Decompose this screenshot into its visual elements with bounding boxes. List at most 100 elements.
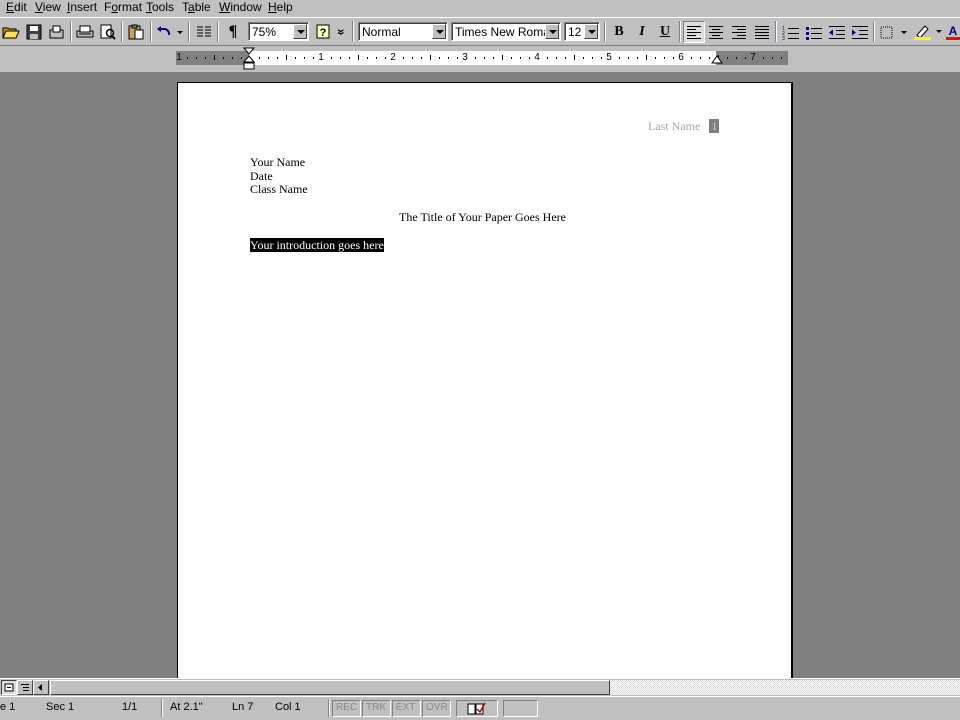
print-preview-button[interactable]	[97, 21, 119, 43]
author-name-line[interactable]: Your Name	[250, 155, 305, 169]
book-check-icon	[467, 702, 486, 715]
numbered-list-icon: 123	[782, 26, 799, 40]
bold-button[interactable]: B	[608, 21, 630, 43]
ruler-tick	[349, 57, 350, 59]
bulleted-list-icon	[806, 26, 822, 40]
status-page: e 1	[0, 701, 16, 713]
ruler-tick	[502, 55, 503, 60]
ruler-tick	[448, 57, 449, 59]
ruler-tick	[403, 57, 404, 59]
font-size-select[interactable]: 12	[564, 22, 600, 41]
date-line[interactable]: Date	[250, 169, 273, 183]
ruler-tick	[277, 57, 278, 59]
paste-button[interactable]	[125, 21, 147, 43]
align-left-button[interactable]	[683, 21, 705, 43]
ext-indicator[interactable]: EXT	[392, 700, 421, 717]
borders-button[interactable]	[878, 21, 910, 43]
outline-view-button[interactable]	[17, 680, 33, 695]
show-hide-button[interactable]: ¶	[222, 21, 244, 43]
selected-text[interactable]: Your introduction goes here	[250, 238, 384, 252]
font-size-value: 12	[568, 25, 582, 39]
ruler-tick	[331, 57, 332, 59]
italic-button[interactable]: I	[631, 21, 653, 43]
menu-table[interactable]: Table	[182, 0, 211, 16]
columns-icon	[197, 26, 211, 37]
underline-icon: U	[659, 24, 671, 39]
document-page[interactable]: Last Name 1 Your Name Date Class Name Th…	[177, 82, 791, 682]
first-line-indent-marker[interactable]	[243, 47, 255, 71]
status-column: Col 1	[275, 701, 301, 713]
style-select[interactable]: Normal	[358, 22, 448, 41]
ruler-tick	[556, 57, 557, 59]
class-name-line[interactable]: Class Name	[250, 182, 308, 196]
menu-view[interactable]: View	[35, 0, 61, 16]
ruler-tick	[484, 57, 485, 59]
right-indent-marker[interactable]	[711, 53, 723, 65]
decrease-indent-button[interactable]	[826, 21, 848, 43]
menu-help[interactable]: Help	[268, 0, 293, 16]
chevron-down-icon[interactable]	[293, 24, 307, 39]
ruler-tick	[313, 57, 314, 59]
increase-indent-button[interactable]	[849, 21, 871, 43]
introduction-paragraph[interactable]: Your introduction goes here	[250, 238, 384, 252]
bullets-button[interactable]	[803, 21, 825, 43]
bold-icon: B	[614, 24, 624, 39]
trk-indicator[interactable]: TRK	[362, 700, 391, 717]
more-buttons[interactable]: »	[334, 21, 350, 43]
zoom-value: 75%	[252, 25, 277, 39]
menu-format[interactable]: Format	[104, 0, 142, 16]
align-left-icon	[687, 26, 701, 39]
menu-window[interactable]: Window	[219, 0, 262, 16]
ruler-tick	[367, 57, 368, 59]
chevron-down-icon[interactable]	[545, 24, 559, 39]
ruler-tick	[223, 57, 224, 59]
columns-button[interactable]	[193, 21, 215, 43]
open-button[interactable]	[0, 21, 22, 43]
print-button[interactable]	[74, 21, 96, 43]
align-center-button[interactable]	[705, 21, 727, 43]
ruler-tick	[583, 57, 584, 59]
ovr-indicator[interactable]: OVR	[422, 700, 451, 717]
ruler-tick	[430, 55, 431, 60]
ruler-tick	[457, 57, 458, 59]
underline-button[interactable]: U	[654, 21, 676, 43]
numbering-button[interactable]: 123	[780, 21, 802, 43]
menu-insert[interactable]: Insert	[67, 0, 97, 16]
help-button[interactable]: ?	[312, 21, 334, 43]
font-value: Times New Roman	[455, 25, 557, 39]
ruler-tick	[745, 57, 746, 59]
ruler-tick	[628, 57, 629, 59]
pilcrow-icon: ¶	[228, 23, 238, 40]
highlighter-icon	[914, 25, 942, 40]
spelling-status[interactable]	[456, 700, 498, 717]
chevron-down-icon[interactable]	[584, 24, 598, 39]
paper-title[interactable]: The Title of Your Paper Goes Here	[399, 210, 566, 224]
scroll-track[interactable]	[50, 680, 960, 695]
horizontal-ruler[interactable]: 1 1 2 3 4 5 6 7	[176, 47, 788, 70]
menu-tools[interactable]: Tools	[146, 0, 174, 16]
ruler-tick	[187, 57, 188, 59]
scroll-left-button[interactable]	[33, 680, 49, 695]
ruler-tick	[493, 57, 494, 59]
border-icon	[880, 26, 907, 38]
align-right-button[interactable]	[728, 21, 750, 43]
highlight-button[interactable]	[912, 21, 944, 43]
ruler-tick	[340, 57, 341, 59]
chevron-down-icon[interactable]	[432, 24, 446, 39]
menu-edit[interactable]: Edit	[6, 0, 27, 16]
ruler-tick	[511, 57, 512, 59]
ruler-tick	[241, 57, 242, 59]
print-preview-small-button[interactable]	[46, 21, 68, 43]
outline-view-icon	[21, 684, 29, 691]
undo-button[interactable]	[154, 21, 184, 43]
font-select[interactable]: Times New Roman	[451, 22, 561, 41]
rec-indicator[interactable]: REC	[332, 700, 361, 717]
justify-button[interactable]	[751, 21, 773, 43]
save-button[interactable]	[23, 21, 45, 43]
font-color-button[interactable]: A	[945, 21, 960, 43]
zoom-select[interactable]: 75%	[248, 22, 309, 41]
normal-view-button[interactable]	[1, 680, 17, 695]
document-workspace: Last Name 1 Your Name Date Class Name Th…	[0, 72, 960, 682]
ruler-tick	[691, 57, 692, 59]
scroll-thumb[interactable]	[50, 680, 610, 695]
